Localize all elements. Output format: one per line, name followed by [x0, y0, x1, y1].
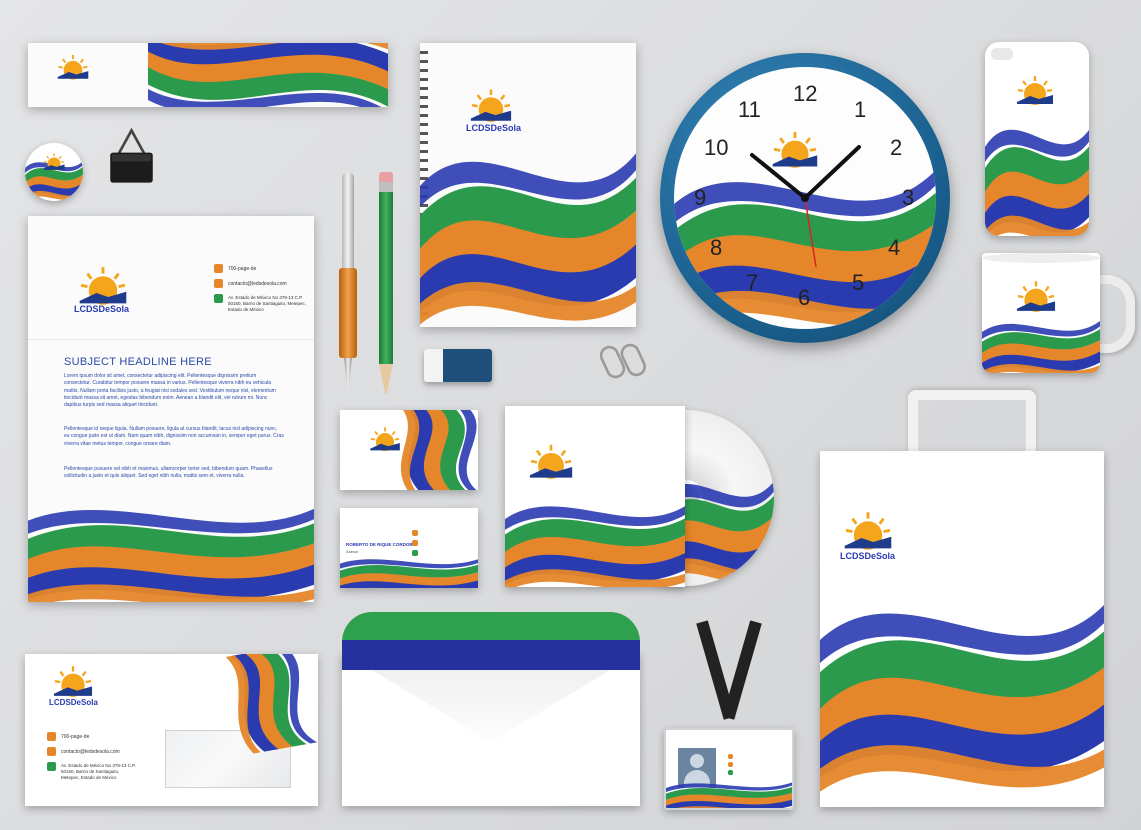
letterhead-contact: contacto@ledsdesola.com — [228, 281, 287, 287]
card-front-wave-graphic — [399, 410, 478, 490]
letterhead-address: Av. Estado de México No 378-13 C.P. 5016… — [228, 295, 307, 312]
letterhead-sheet: LCDSDeSola 700-page-de contacto@ledsdeso… — [28, 216, 314, 602]
letterhead-paragraph-2: Pellentesque id neque ligula. Nullam pos… — [64, 426, 284, 447]
envelope-phone-icon — [47, 732, 56, 741]
envelope-back — [342, 612, 640, 806]
mug-wave-graphic — [982, 319, 1100, 373]
envelope-email-icon — [47, 747, 56, 756]
location-icon — [214, 294, 223, 303]
business-card-back: ROBERTO DE RIQUE CORDOBA Asesor — [340, 508, 478, 588]
phone-case — [985, 42, 1089, 236]
eraser — [424, 349, 492, 382]
email-icon — [214, 279, 223, 288]
spiral-notebook: LCDSDeSola — [420, 43, 636, 327]
letterhead-wave-graphic — [28, 501, 314, 602]
pen — [338, 172, 358, 392]
cd-logo-sun-icon — [528, 443, 574, 480]
badge-sun-icon — [42, 152, 66, 171]
envelope-contact: contacto@ledsdesola.com — [61, 749, 120, 755]
bag-wave-graphic — [820, 598, 1104, 792]
round-badge — [25, 143, 83, 201]
envelope-phone: 700-page-de — [61, 734, 90, 740]
letterhead-paragraph-3: Pellentesque posuere vel nibh et maximus… — [64, 466, 273, 480]
card-email-icon — [412, 540, 418, 546]
card-holder-name: ROBERTO DE RIQUE CORDOBA — [346, 542, 416, 547]
letterhead-phone: 700-page-de — [228, 266, 257, 272]
clock-hands — [750, 145, 861, 268]
badge-email-icon — [728, 762, 733, 767]
card-phone-icon — [412, 530, 418, 536]
mug-logo-sun-icon — [1015, 280, 1057, 313]
letterhead-logo-sun-icon — [78, 265, 128, 306]
mug — [982, 253, 1135, 375]
envelope-logo-text: LCDSDeSola — [49, 698, 98, 707]
business-card-front — [340, 410, 478, 490]
envelope-logo-sun-icon — [52, 665, 94, 698]
paper-clip-icon — [600, 343, 646, 379]
banner-logo-sun-icon — [56, 54, 90, 81]
banner-wave-graphic — [148, 43, 388, 107]
envelope-wave-graphic — [225, 654, 318, 756]
envelope-location-icon — [47, 762, 56, 771]
envelope-front: LCDSDeSola 700-page-de contacto@ledsdeso… — [25, 654, 318, 806]
notebook-wave-graphic — [420, 148, 636, 325]
badge-wave-graphic — [666, 780, 792, 808]
badge-location-icon — [728, 770, 733, 775]
binder-clip-icon — [110, 127, 153, 183]
card-back-wave-graphic — [340, 556, 478, 588]
letterhead-logo-text: LCDSDeSola — [74, 304, 130, 314]
letterhead-headline: SUBJECT HEADLINE HERE — [64, 356, 212, 368]
envelope-address: Av. Estado de México No 378-13 C.P. 5016… — [61, 763, 136, 780]
letterhead-paragraph-1: Lorem ipsum dolor sit amet, consectetur … — [64, 373, 276, 409]
bag-logo-sun-icon — [843, 510, 893, 551]
phone-wave-graphic — [985, 120, 1089, 236]
cd-wave-graphic — [505, 499, 685, 587]
phone-icon — [214, 264, 223, 273]
phone-logo-sun-icon — [1015, 74, 1055, 106]
wall-clock: 12 1 2 3 4 5 6 7 8 9 10 11 — [660, 53, 950, 343]
shopping-bag: LCDSDeSola — [820, 451, 1104, 807]
camera-cutout — [991, 48, 1013, 60]
bag-logo-text: LCDSDeSola — [840, 551, 896, 561]
banner-strip — [28, 43, 388, 107]
badge-phone-icon — [728, 754, 733, 759]
pencil — [379, 172, 393, 394]
clock-face: 12 1 2 3 4 5 6 7 8 9 10 11 — [674, 67, 936, 329]
lanyard — [692, 620, 770, 732]
cd-sleeve — [505, 406, 685, 587]
id-badge — [664, 728, 794, 810]
notebook-logo-sun-icon — [469, 88, 513, 123]
